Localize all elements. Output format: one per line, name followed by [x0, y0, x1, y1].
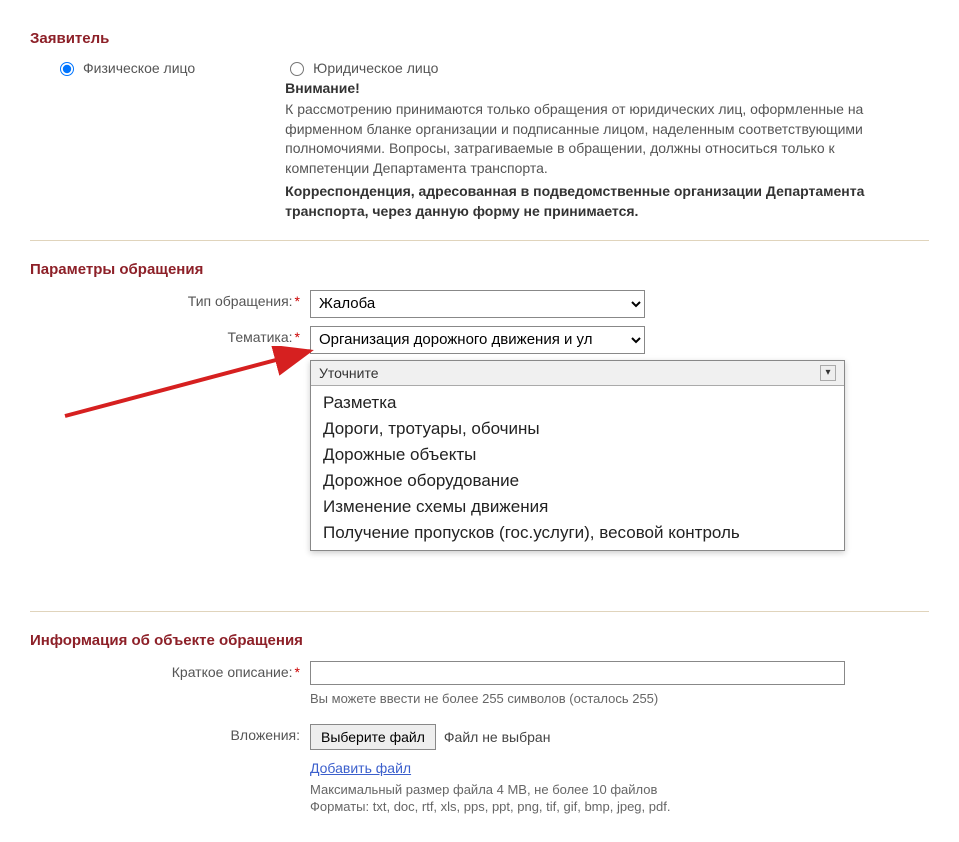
- label-topic: Тематика:*: [30, 326, 310, 345]
- annotation-arrow: [65, 351, 310, 416]
- section-object-info-title: Информация об объекте обращения: [30, 632, 929, 649]
- radio-physical-person[interactable]: Физическое лицо: [55, 59, 195, 76]
- radio-legal-person[interactable]: Юридическое лицо: [285, 59, 929, 76]
- subtopic-option[interactable]: Получение пропусков (гос.услуги), весово…: [311, 520, 844, 546]
- short-description-help: Вы можете ввести не более 255 символов (…: [310, 691, 929, 706]
- radio-physical-label: Физическое лицо: [83, 60, 195, 76]
- file-help-formats: Форматы: txt, doc, rtf, xls, pps, ppt, p…: [310, 799, 929, 814]
- subtopic-option[interactable]: Дорожные объекты: [311, 442, 844, 468]
- chevron-down-icon: ▾: [820, 365, 836, 381]
- radio-legal-label: Юридическое лицо: [313, 60, 438, 76]
- section-params-title: Параметры обращения: [30, 261, 929, 278]
- subtopic-option[interactable]: Дорожное оборудование: [311, 468, 844, 494]
- label-attachments: Вложения:: [30, 724, 310, 743]
- file-status-text: Файл не выбран: [444, 729, 551, 745]
- label-request-type: Тип обращения:*: [30, 290, 310, 309]
- attention-label: Внимание!: [285, 80, 929, 96]
- legal-description-text: К рассмотрению принимаются только обраще…: [285, 100, 865, 178]
- subtopic-option[interactable]: Разметка: [311, 390, 844, 416]
- choose-file-button[interactable]: Выберите файл: [310, 724, 436, 750]
- add-file-link[interactable]: Добавить файл: [310, 760, 411, 776]
- radio-legal-input[interactable]: [290, 62, 304, 76]
- select-request-type[interactable]: Жалоба: [310, 290, 645, 318]
- divider: [30, 240, 929, 241]
- subtopic-dropdown-expanded: Уточните ▾ Разметка Дороги, тротуары, об…: [310, 360, 845, 551]
- divider: [30, 611, 929, 612]
- subtopic-option[interactable]: Дороги, тротуары, обочины: [311, 416, 844, 442]
- file-help-size: Максимальный размер файла 4 MB, не более…: [310, 782, 929, 797]
- legal-warning-text: Корреспонденция, адресованная в подведом…: [285, 182, 865, 221]
- input-short-description[interactable]: [310, 661, 845, 685]
- label-short-description: Краткое описание:*: [30, 661, 310, 680]
- radio-physical-input[interactable]: [60, 62, 74, 76]
- subtopic-placeholder: Уточните: [319, 365, 379, 381]
- subtopic-dropdown-header[interactable]: Уточните ▾: [311, 361, 844, 386]
- subtopic-option[interactable]: Изменение схемы движения: [311, 494, 844, 520]
- section-applicant-title: Заявитель: [30, 30, 929, 47]
- select-topic[interactable]: Организация дорожного движения и ул: [310, 326, 645, 354]
